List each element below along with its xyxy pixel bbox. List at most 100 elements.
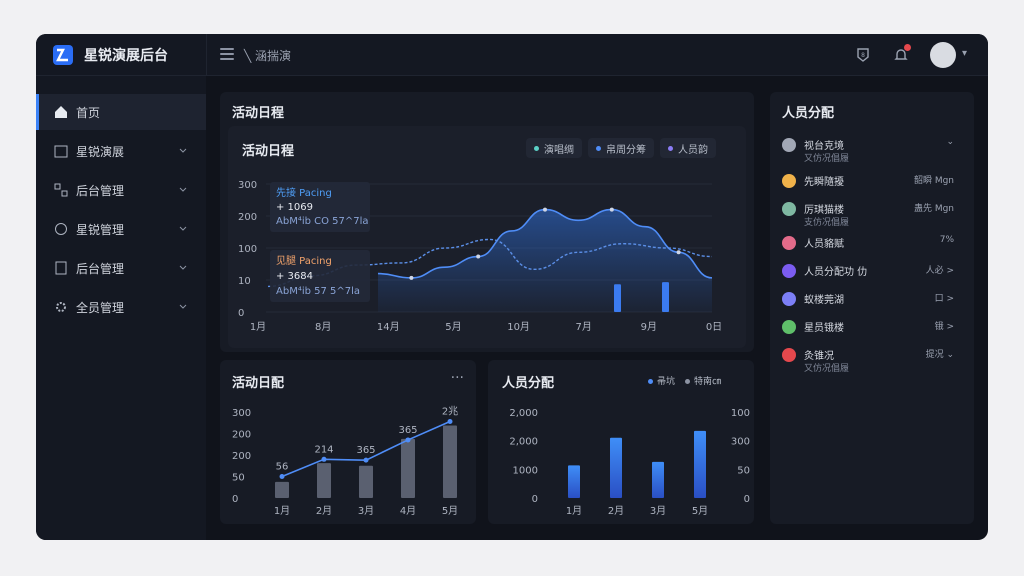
chevron-down-icon — [179, 265, 187, 270]
y-tick-label: 300 — [232, 408, 251, 419]
y-tick-label: 200 — [238, 212, 257, 223]
item-sub: 支仿况倡履 — [804, 218, 850, 228]
bar-chart: 2,0002,000100001003005001月 2月 3月 5月 — [509, 408, 750, 517]
svg-text:8: 8 — [861, 52, 865, 59]
x-tick-label: 1月 — [250, 321, 266, 333]
x-tick-label: 10月 — [507, 321, 530, 333]
sidebar-item-label: 首页 — [76, 105, 101, 120]
list-item[interactable]: 人员貉赋 7% — [782, 232, 962, 260]
bar — [652, 461, 664, 498]
item-label: 灸锥况 — [804, 351, 834, 362]
list-item[interactable]: 先瞬隨擾 韶瞬 Mgn — [782, 170, 962, 198]
item-label: 人员貉赋 — [804, 239, 844, 250]
sidebar-item-label: 后台管理 — [76, 261, 125, 276]
top-bar: 星锐演展后台 ╲ 涵揣演 8 ▾ — [36, 34, 988, 76]
sidebar-item-label: 星锐演展 — [76, 144, 125, 159]
data-label: 365 — [356, 445, 375, 456]
sidebar-item-events[interactable]: 星锐演展 — [36, 133, 206, 169]
panel-title: 活动日程 — [232, 106, 285, 121]
bar — [317, 463, 331, 498]
avatar[interactable] — [930, 42, 956, 68]
item-value[interactable]: 锇 > — [935, 319, 954, 332]
item-label: 先瞬隨擾 — [804, 177, 844, 188]
activity-panel: 活动日配 ··· 300 200 200 50 0 56 214 365 365 2兆 1月 2月 3月… — [220, 360, 476, 524]
x-tick-label: 2月 — [316, 505, 332, 517]
schedule-chart-card: 活动日程 演唱绸 帛周分筹 人员韵 300 200 100 10 0 1月 8月 14月 5月 1… — [228, 126, 746, 348]
item-value[interactable]: ⌄ — [946, 137, 954, 147]
chart-legend: 帚坑 特南㎝ — [648, 374, 721, 387]
item-value[interactable]: 口 > — [935, 291, 954, 304]
list-item[interactable]: 视台克境 又仿况倡履 ⌄ — [782, 134, 962, 164]
sidebar-item-admin-2[interactable]: 后台管理 — [36, 250, 206, 286]
data-label: 365 — [398, 425, 417, 436]
item-value[interactable]: 人必 > — [926, 263, 954, 276]
legend-item[interactable]: 帚坑 — [648, 374, 675, 387]
y-tick-label: 300 — [238, 180, 257, 191]
clock-icon — [55, 223, 67, 235]
x-tick-label: 0日 — [706, 322, 722, 333]
list-item[interactable]: 人员分配功 仂 人必 > — [782, 260, 962, 288]
bar — [568, 465, 580, 498]
sidebar-item-admin[interactable]: 后台管理 — [36, 172, 206, 208]
schedule-panel: 活动日程 活动日程 演唱绸 帛周分筹 人员韵 300 200 100 10 0 1月 8月 1… — [220, 92, 754, 352]
item-label: 视台克境 — [804, 141, 844, 152]
y-tick-label: 200 — [232, 451, 251, 462]
legend-item[interactable]: 演唱绸 — [526, 138, 582, 158]
list-item[interactable]: 厉琪猫楼支仿况倡履 蛊先 Mgn — [782, 198, 962, 228]
people-bar-panel: 人员分配 帚坑 特南㎝ 2,000 2,000 1000 0 100 300 50 0 1月 2月… — [488, 360, 754, 524]
home-icon — [55, 106, 67, 118]
chevron-down-icon — [179, 226, 187, 231]
y-tick-label: 100 — [238, 244, 257, 255]
avatar-icon — [782, 264, 796, 278]
item-value[interactable]: 蛊先 Mgn — [914, 201, 954, 214]
legend-item[interactable]: 人员韵 — [660, 138, 716, 158]
item-value[interactable]: 7% — [940, 235, 954, 245]
item-label: 厉琪猫楼 — [804, 205, 844, 216]
data-label: 2兆 — [442, 405, 458, 417]
more-icon[interactable]: ··· — [451, 370, 464, 386]
sidebar-item-home[interactable]: 首页 — [36, 94, 206, 130]
sidebar-item-manage[interactable]: 星锐管理 — [36, 211, 206, 247]
avatar-icon — [782, 348, 796, 362]
data-point — [609, 207, 614, 212]
annotation-note: AbM⁴ib 57 5^7la — [276, 286, 360, 297]
legend-item[interactable]: 帛周分筹 — [588, 138, 654, 158]
list-item[interactable]: 蚁楼莞湖 口 > — [782, 288, 962, 316]
legend-item[interactable]: 特南㎝ — [685, 374, 721, 387]
annotation-title: 先接 Pacing — [276, 186, 332, 199]
item-label: 人员分配功 仂 — [804, 267, 868, 278]
sidebar-item-label: 星锐管理 — [76, 222, 125, 237]
annotation-note: AbM⁴ib CO 57^7la — [276, 216, 369, 227]
shield-icon[interactable]: 8 — [854, 46, 872, 64]
avatar-icon — [782, 236, 796, 250]
y-tick-label: 50 — [232, 473, 245, 484]
y-tick-label: 1000 — [513, 465, 538, 476]
avatar-icon — [782, 320, 796, 334]
item-value[interactable]: 韶瞬 Mgn — [914, 173, 954, 186]
data-point — [409, 275, 414, 280]
chevron-down-icon[interactable]: ▾ — [962, 48, 967, 59]
annotation-value: + 3684 — [276, 271, 313, 282]
brand[interactable]: 星锐演展后台 — [52, 44, 168, 66]
item-value[interactable]: 提况 ⌄ — [926, 347, 954, 360]
combo-chart: 300 200 200 50 0 56 214 365 365 2兆 1月 2月 3月 4月 5月 — [232, 405, 458, 517]
sidebar-item-staff[interactable]: 全员管理 — [36, 289, 206, 325]
item-label: 星员锇楼 — [804, 323, 844, 334]
data-label: 214 — [314, 444, 333, 455]
x-tick-label: 7月 — [576, 321, 592, 333]
list-item[interactable]: 星员锇楼 锇 > — [782, 316, 962, 344]
y-tick-label: 2,000 — [509, 408, 538, 419]
sidebar-item-label: 后台管理 — [76, 183, 125, 198]
menu-icon[interactable] — [220, 48, 234, 60]
app-title: 星锐演展后台 — [84, 48, 168, 64]
chart-title: 活动日程 — [242, 144, 295, 159]
chevron-down-icon — [179, 187, 187, 192]
logo-icon — [53, 45, 73, 65]
list-item[interactable]: 灸锥况 又仿况倡履 提况 ⌄ — [782, 344, 962, 374]
y-tick-label: 0 — [232, 494, 238, 505]
divider — [206, 34, 207, 76]
x-tick-label: 3月 — [358, 505, 374, 517]
y-tick-label: 200 — [232, 430, 251, 441]
y-tick-label: 100 — [731, 408, 750, 419]
data-point — [363, 457, 369, 463]
